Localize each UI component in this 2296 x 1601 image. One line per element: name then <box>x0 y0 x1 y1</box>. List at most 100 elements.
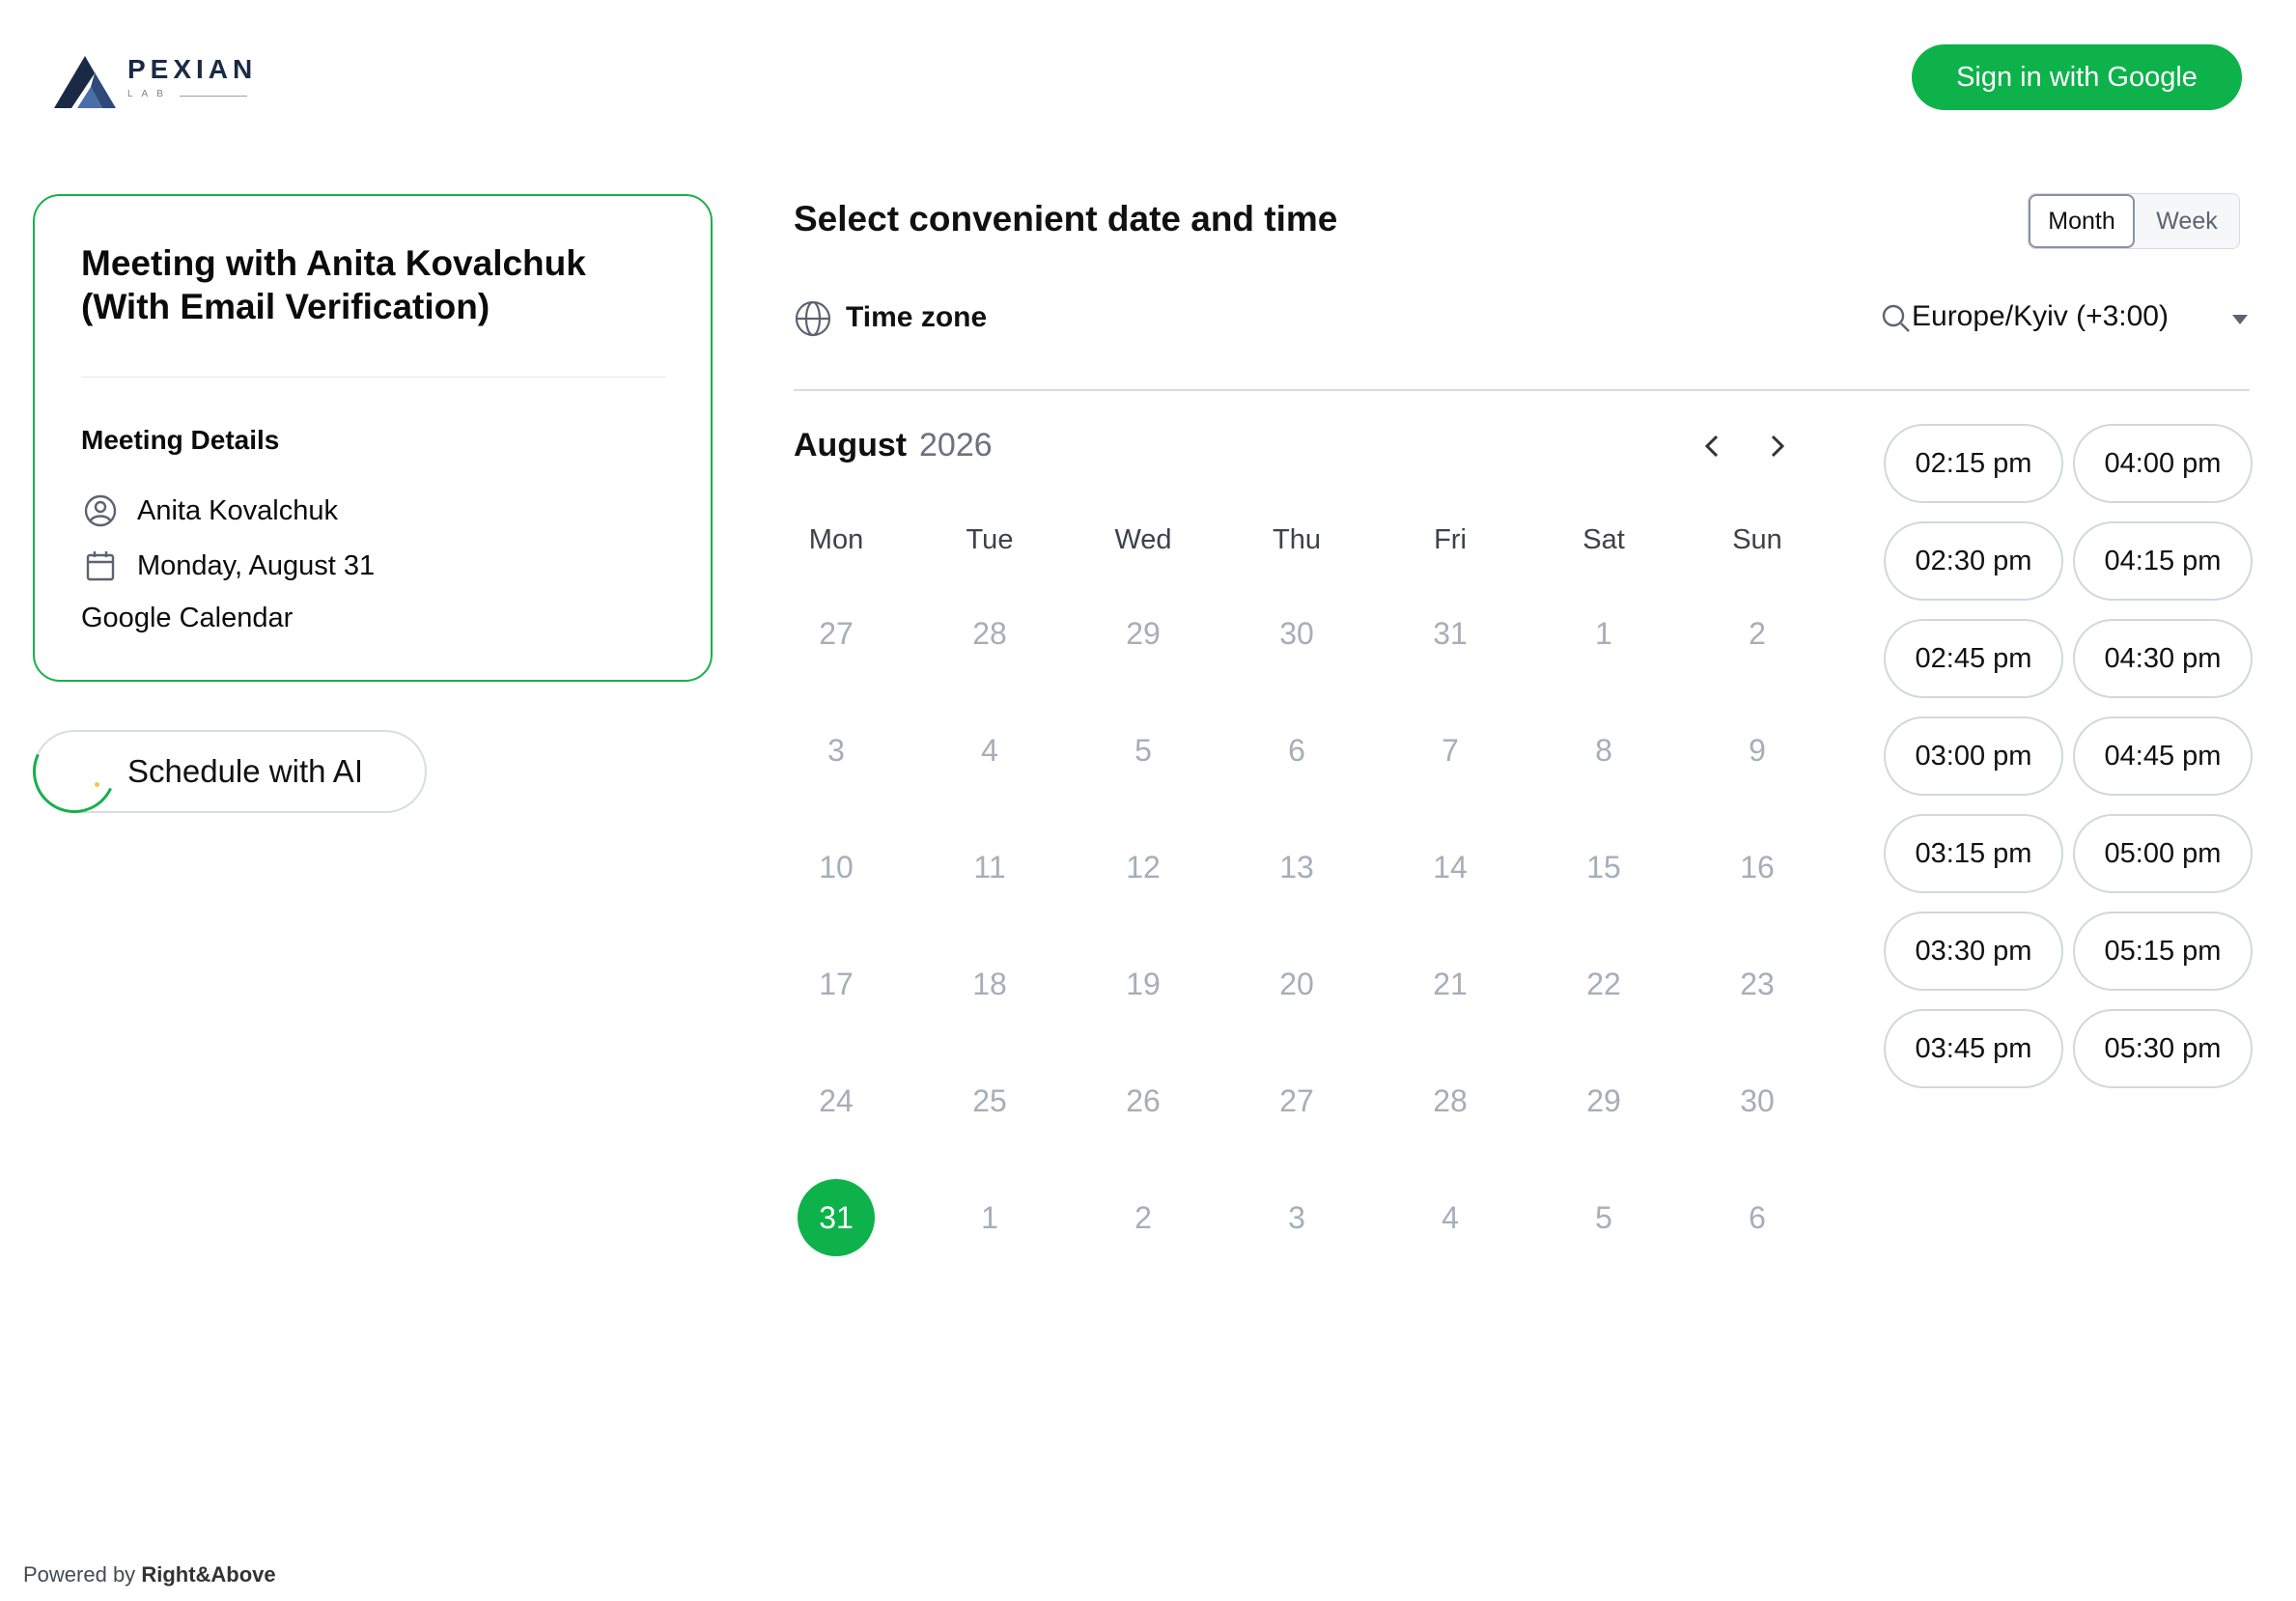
weekday-fri: Fri <box>1434 524 1467 555</box>
calendar-day[interactable]: 17 <box>798 945 875 1023</box>
calendar-day[interactable]: 21 <box>1412 945 1489 1023</box>
calendar-day[interactable]: 30 <box>1258 595 1335 672</box>
logo-wordmark: PEXIAN <box>127 54 258 84</box>
powered-by-prefix: Powered by <box>23 1562 136 1587</box>
meeting-details-heading: Meeting Details <box>81 425 280 455</box>
user-circle-icon <box>83 493 118 528</box>
calendar-day[interactable]: 4 <box>951 712 1028 789</box>
calendar-day[interactable]: 25 <box>951 1062 1028 1139</box>
calendar-day[interactable]: 3 <box>1258 1179 1335 1256</box>
weekday-mon: Mon <box>808 524 864 555</box>
powered-by-brand[interactable]: Right&Above <box>141 1562 275 1587</box>
calendar-day[interactable]: 2 <box>1719 595 1796 672</box>
calendar-day[interactable]: 29 <box>1565 1062 1642 1139</box>
globe-icon <box>794 299 832 338</box>
calendar-day[interactable]: 29 <box>1105 595 1182 672</box>
calendar-day[interactable]: 10 <box>798 829 875 906</box>
calendar-day[interactable]: 23 <box>1719 945 1796 1023</box>
timezone-divider <box>794 389 2250 391</box>
logo-divider <box>180 96 247 97</box>
time-slot-button[interactable]: 02:30 pm <box>1884 521 2063 601</box>
weekday-thu: Thu <box>1273 524 1321 555</box>
calendar-day[interactable]: 5 <box>1105 712 1182 789</box>
view-toggle: Month Week <box>2028 193 2240 249</box>
selected-day[interactable]: 31 <box>798 1179 875 1256</box>
time-slot-button[interactable]: 03:00 pm <box>1884 716 2063 796</box>
calendar-day[interactable]: 22 <box>1565 945 1642 1023</box>
chevron-right-icon <box>1771 435 1785 458</box>
sign-in-google-button[interactable]: Sign in with Google <box>1912 44 2242 110</box>
calendar-day[interactable]: 27 <box>798 595 875 672</box>
time-slot-button[interactable]: 05:30 pm <box>2073 1009 2253 1088</box>
calendar-day[interactable]: 28 <box>1412 1062 1489 1139</box>
calendar-day[interactable]: 13 <box>1258 829 1335 906</box>
time-slot-button[interactable]: 02:15 pm <box>1884 424 2063 503</box>
calendar-day[interactable]: 6 <box>1719 1179 1796 1256</box>
calendar-day[interactable]: 14 <box>1412 829 1489 906</box>
calendar-month: August <box>794 427 908 463</box>
calendar-icon <box>83 548 118 583</box>
weekday-wed: Wed <box>1114 524 1172 555</box>
logo-subtitle: LAB <box>127 89 172 99</box>
schedule-with-ai-label: Schedule with AI <box>127 753 363 789</box>
time-slot-button[interactable]: 04:30 pm <box>2073 619 2253 698</box>
calendar-day[interactable]: 18 <box>951 945 1028 1023</box>
calendar-day[interactable]: 24 <box>798 1062 875 1139</box>
sparkle-icon <box>95 782 99 787</box>
pexian-logo-icon <box>54 56 116 108</box>
powered-by: Powered by Right&Above <box>23 1562 276 1587</box>
chevron-left-icon <box>1704 435 1719 458</box>
calendar-day[interactable]: 30 <box>1719 1062 1796 1139</box>
calendar-day[interactable]: 12 <box>1105 829 1182 906</box>
calendar-day[interactable]: 6 <box>1258 712 1335 789</box>
week-view-button[interactable]: Week <box>2135 194 2239 248</box>
calendar-day[interactable]: 15 <box>1565 829 1642 906</box>
calendar-day[interactable]: 7 <box>1412 712 1489 789</box>
time-slot-button[interactable]: 03:15 pm <box>1884 814 2063 893</box>
scheduler-title: Select convenient date and time <box>794 199 1338 239</box>
time-slot-button[interactable]: 05:00 pm <box>2073 814 2253 893</box>
meeting-date: Monday, August 31 <box>137 550 376 581</box>
calendar-day[interactable]: 27 <box>1258 1062 1335 1139</box>
meeting-title: Meeting with Anita Kovalchuk (With Email… <box>81 243 586 326</box>
card-divider <box>81 377 666 378</box>
timezone-label: Time zone <box>846 301 988 333</box>
prev-month-button[interactable] <box>1692 425 1734 467</box>
time-slot-button[interactable]: 03:30 pm <box>1884 912 2063 991</box>
calendar-day[interactable]: 19 <box>1105 945 1182 1023</box>
calendar-day[interactable]: 20 <box>1258 945 1335 1023</box>
calendar-day[interactable]: 1 <box>951 1179 1028 1256</box>
calendar-year: 2026 <box>919 427 993 463</box>
timezone-value[interactable]: Europe/Kyiv (+3:00) <box>1912 300 2169 333</box>
host-name: Anita Kovalchuk <box>137 495 338 526</box>
time-slot-button[interactable]: 04:45 pm <box>2073 716 2253 796</box>
calendar-day[interactable]: 9 <box>1719 712 1796 789</box>
time-slot-button[interactable]: 05:15 pm <box>2073 912 2253 991</box>
calendar-day[interactable]: 26 <box>1105 1062 1182 1139</box>
calendar-day[interactable]: 5 <box>1565 1179 1642 1256</box>
calendar-day[interactable]: 28 <box>951 595 1028 672</box>
weekday-tue: Tue <box>966 524 1014 555</box>
time-slot-button[interactable]: 04:15 pm <box>2073 521 2253 601</box>
weekday-sat: Sat <box>1582 524 1625 555</box>
chevron-down-icon <box>2232 315 2248 324</box>
weekday-sun: Sun <box>1732 524 1782 555</box>
calendar-day[interactable]: 8 <box>1565 712 1642 789</box>
logo <box>52 54 129 112</box>
calendar-day[interactable]: 3 <box>798 712 875 789</box>
calendar-day[interactable]: 2 <box>1105 1179 1182 1256</box>
calendar-day[interactable]: 11 <box>951 829 1028 906</box>
month-view-button[interactable]: Month <box>2029 194 2135 248</box>
calendar-day[interactable]: 4 <box>1412 1179 1489 1256</box>
time-slot-button[interactable]: 03:45 pm <box>1884 1009 2063 1088</box>
search-icon <box>1882 304 1910 332</box>
time-slot-button[interactable]: 04:00 pm <box>2073 424 2253 503</box>
time-slot-button[interactable]: 02:45 pm <box>1884 619 2063 698</box>
ai-button-accent <box>20 717 128 826</box>
calendar-day[interactable]: 1 <box>1565 595 1642 672</box>
calendar-day[interactable]: 31 <box>1412 595 1489 672</box>
next-month-button[interactable] <box>1755 425 1798 467</box>
calendar-day[interactable]: 16 <box>1719 829 1796 906</box>
calendar-provider: Google Calendar <box>81 603 294 633</box>
schedule-with-ai-button[interactable]: Schedule with AI <box>20 717 427 826</box>
